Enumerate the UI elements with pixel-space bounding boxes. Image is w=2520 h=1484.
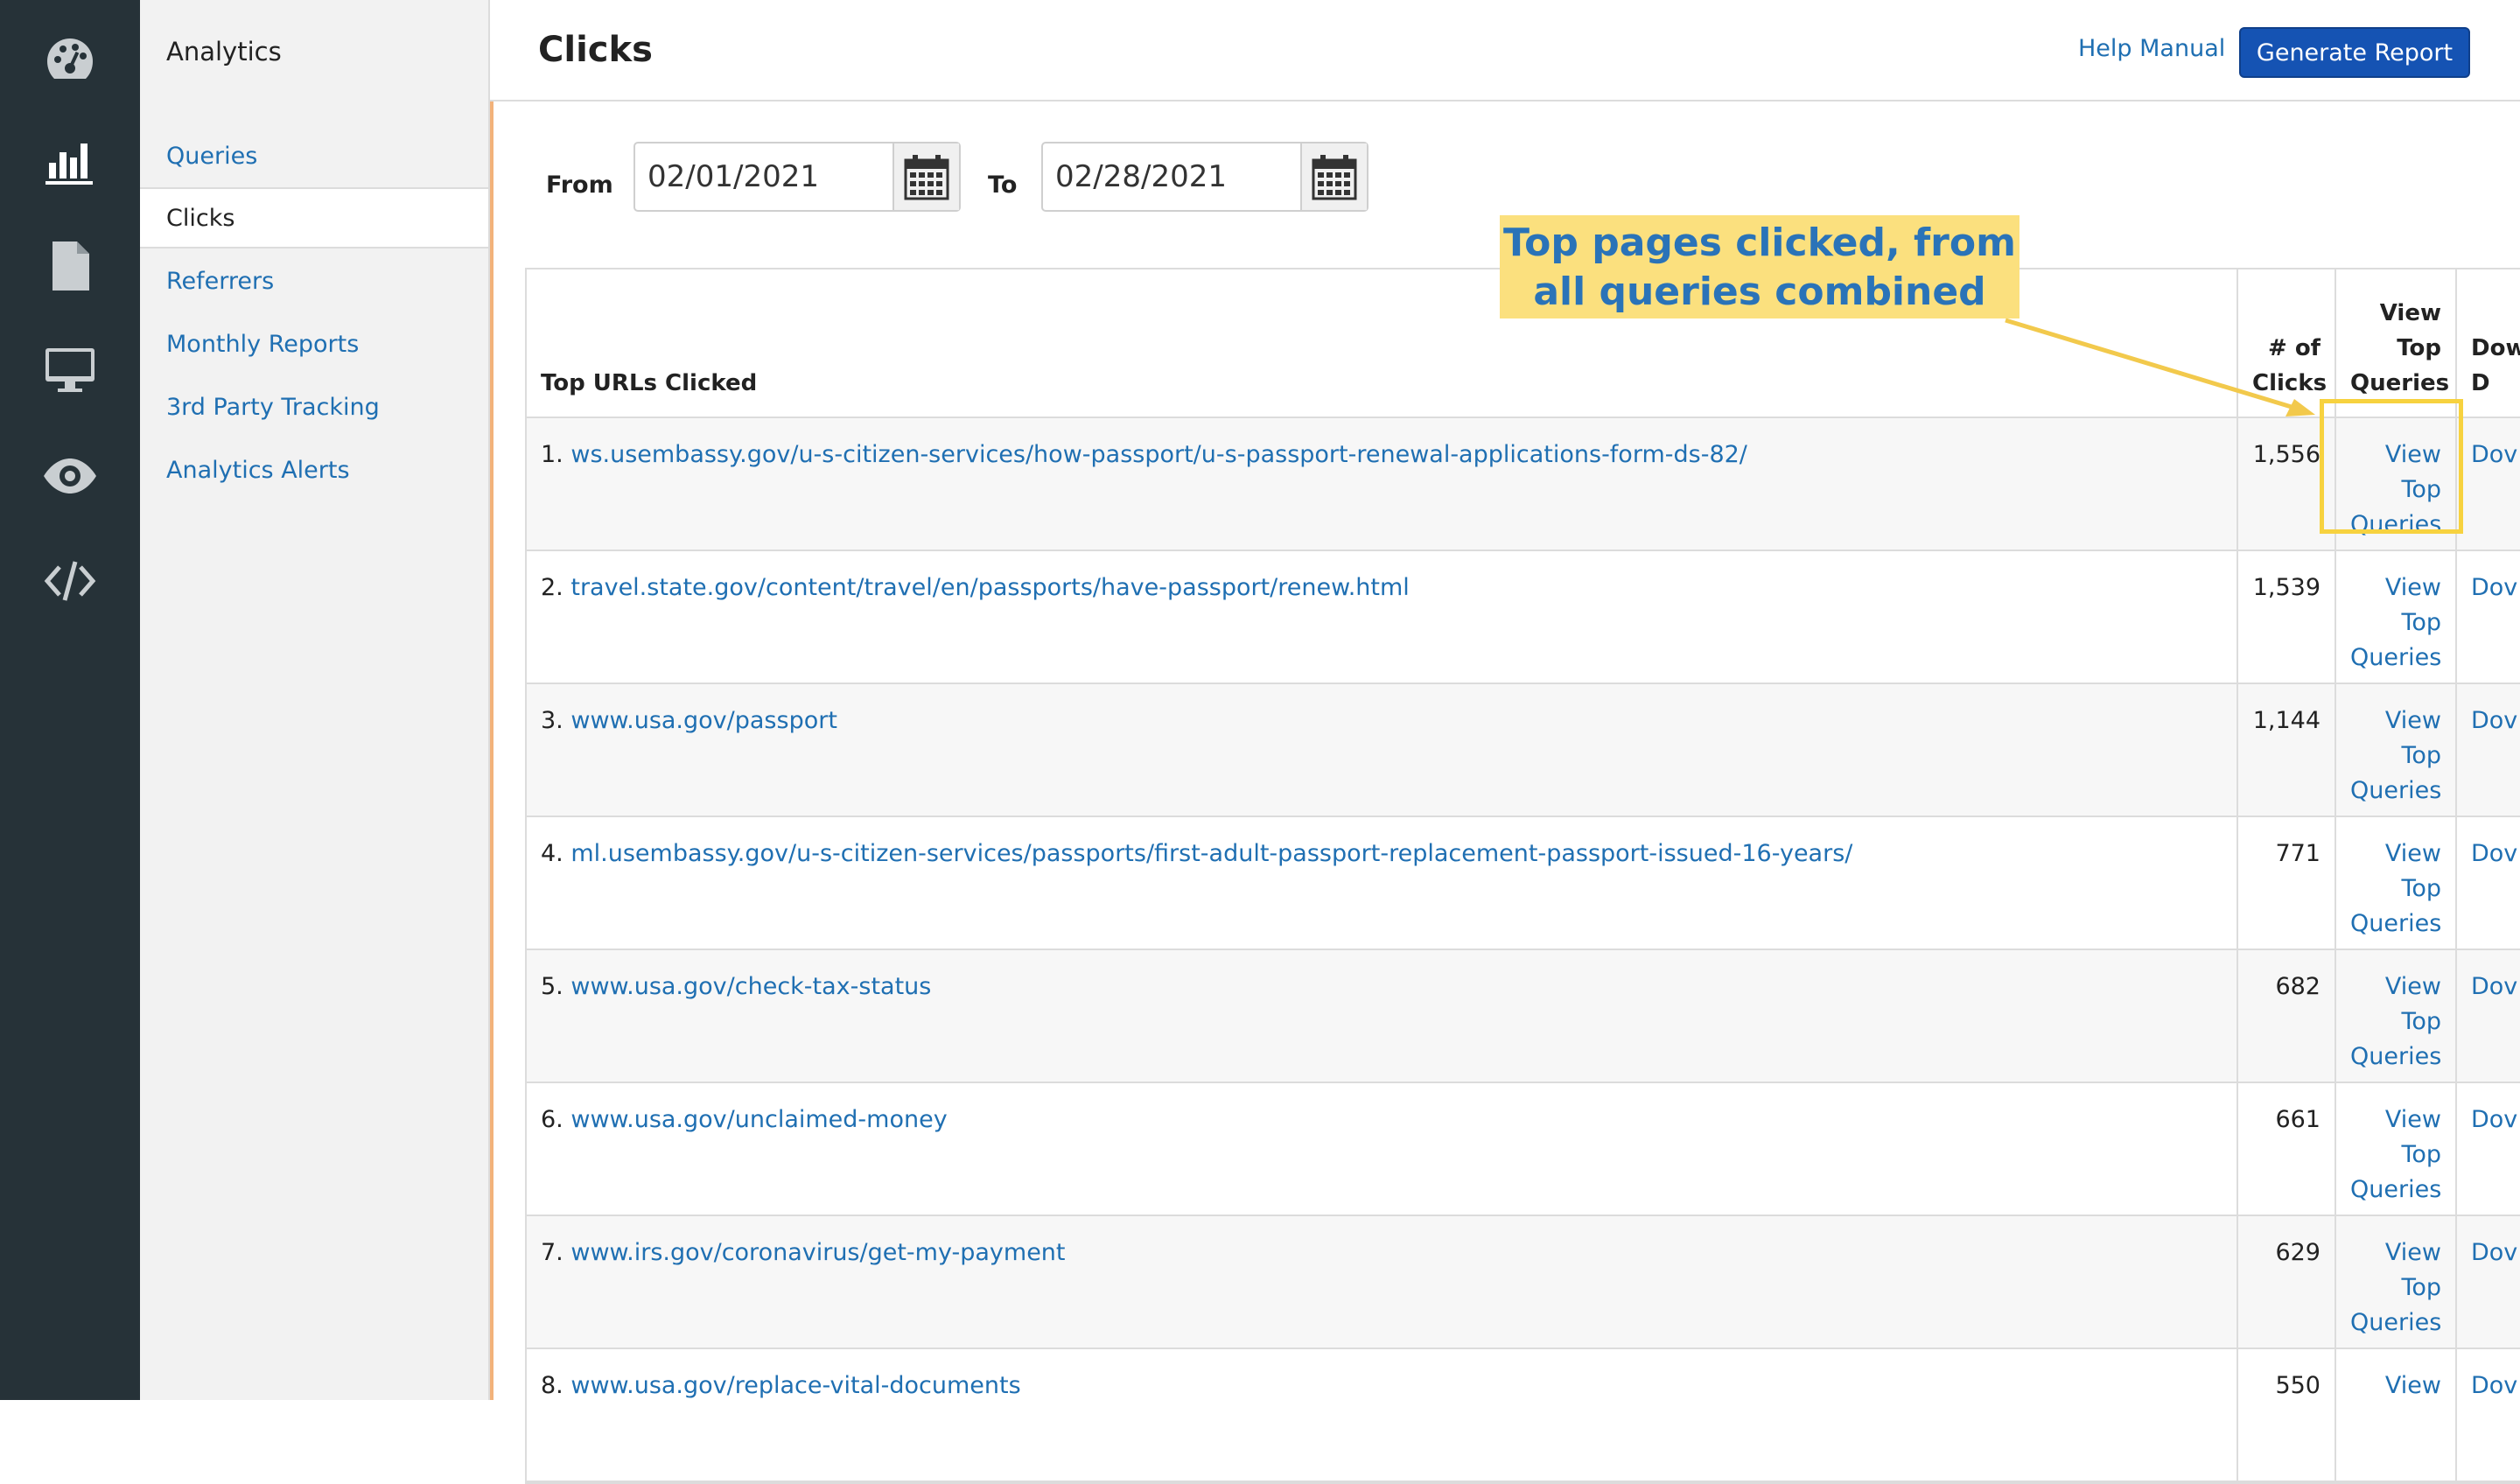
table-row: 5. www.usa.gov/check-tax-status 682 View… [527, 949, 2520, 1083]
callout-line-1: Top pages clicked, from [1503, 220, 2016, 265]
subnav-item-clicks[interactable]: Clicks [140, 187, 488, 248]
click-count: 629 [2237, 1215, 2336, 1349]
table-row: 6. www.usa.gov/unclaimed-money 661 View … [527, 1082, 2520, 1216]
download-link[interactable]: Dov [2471, 1106, 2517, 1133]
monitor-icon[interactable] [38, 338, 102, 401]
subnav-item-monthly-reports[interactable]: Monthly Reports [140, 313, 488, 374]
click-count: 1,144 [2237, 683, 2336, 817]
from-date-picker [634, 142, 961, 212]
subnav-title: Analytics [166, 37, 282, 66]
view-top-queries-link[interactable]: View Top Queries [2350, 840, 2441, 937]
view-top-queries-link[interactable]: View Top Queries [2350, 574, 2441, 671]
view-top-queries-link[interactable]: View Top Queries [2350, 1239, 2441, 1336]
download-link[interactable]: Dov [2471, 1239, 2517, 1266]
icon-rail [0, 0, 140, 1400]
click-count: 1,539 [2237, 550, 2336, 684]
subnav-item-analytics-alerts[interactable]: Analytics Alerts [140, 439, 488, 500]
bar-chart-icon[interactable] [38, 130, 102, 192]
url-link[interactable]: ml.usembassy.gov/u-s-citizen-services/pa… [570, 840, 1852, 867]
eye-icon[interactable] [38, 444, 102, 508]
download-link[interactable]: Dov [2471, 574, 2517, 601]
document-icon[interactable] [38, 234, 102, 298]
table-row: 4. ml.usembassy.gov/u-s-citizen-services… [527, 816, 2520, 950]
click-count: 682 [2237, 949, 2336, 1083]
click-count: 550 [2237, 1348, 2336, 1482]
table-row: 8. www.usa.gov/replace-vital-documents 5… [527, 1348, 2520, 1482]
click-count: 771 [2237, 816, 2336, 950]
click-count: 661 [2237, 1082, 2336, 1216]
row-rank: 3. [541, 707, 564, 734]
subnav-item-3rd-party-tracking[interactable]: 3rd Party Tracking [140, 376, 488, 438]
generate-report-button[interactable]: Generate Report [2239, 27, 2470, 78]
url-link[interactable]: travel.state.gov/content/travel/en/passp… [570, 574, 1409, 601]
url-link[interactable]: www.irs.gov/coronavirus/get-my-payment [570, 1239, 1065, 1266]
code-icon[interactable] [38, 550, 102, 612]
download-link[interactable]: Dov [2471, 707, 2517, 734]
help-manual-link[interactable]: Help Manual [2078, 35, 2225, 62]
row-rank: 5. [541, 973, 564, 1000]
annotation-callout: Top pages clicked, from all queries comb… [1500, 215, 2020, 318]
callout-line-2: all queries combined [1533, 270, 1986, 314]
row-rank: 7. [541, 1239, 564, 1266]
top-urls-table: Top URLs Clicked # of Clicks View Top Qu… [525, 268, 2520, 1484]
view-top-queries-link[interactable]: View Top Queries [2350, 1106, 2441, 1203]
download-link[interactable]: Dov [2471, 973, 2517, 1000]
row-rank: 6. [541, 1106, 564, 1133]
calendar-icon[interactable] [892, 144, 959, 210]
dashboard-icon[interactable] [38, 28, 102, 91]
view-top-queries-link[interactable]: View Top Queries [2350, 973, 2441, 1070]
table-row: 2. travel.state.gov/content/travel/en/pa… [527, 550, 2520, 684]
page-header: Clicks Help Manual Generate Report [490, 0, 2520, 102]
url-link[interactable]: ws.usembassy.gov/u-s-citizen-services/ho… [570, 441, 1747, 468]
page-title: Clicks [538, 30, 653, 70]
column-header-clicks: # of Clicks [2237, 270, 2336, 418]
table-row: 7. www.irs.gov/coronavirus/get-my-paymen… [527, 1215, 2520, 1349]
annotation-highlight-box [2320, 399, 2463, 534]
download-link[interactable]: Dov [2471, 840, 2517, 867]
from-date-input[interactable] [635, 144, 892, 210]
from-label: From [546, 172, 613, 199]
row-rank: 2. [541, 574, 564, 601]
url-link[interactable]: www.usa.gov/replace-vital-documents [570, 1372, 1020, 1399]
row-rank: 1. [541, 441, 564, 468]
table-row: 1. ws.usembassy.gov/u-s-citizen-services… [527, 417, 2520, 551]
download-link[interactable]: Dov [2471, 441, 2517, 468]
table-row: 3. www.usa.gov/passport 1,144 View Top Q… [527, 683, 2520, 817]
url-link[interactable]: www.usa.gov/unclaimed-money [570, 1106, 947, 1133]
calendar-icon[interactable] [1300, 144, 1367, 210]
row-rank: 8. [541, 1372, 564, 1399]
column-header-download: Dow D [2456, 270, 2520, 418]
to-label: To [988, 172, 1018, 199]
subnav-item-queries[interactable]: Queries [140, 125, 488, 186]
column-header-view-top-queries: View Top Queries [2335, 270, 2457, 418]
to-date-input[interactable] [1043, 144, 1300, 210]
view-top-queries-link[interactable]: View [2385, 1372, 2441, 1399]
subnav-item-referrers[interactable]: Referrers [140, 250, 488, 312]
url-link[interactable]: www.usa.gov/check-tax-status [570, 973, 931, 1000]
analytics-subnav: Analytics Queries Clicks Referrers Month… [140, 0, 490, 1400]
view-top-queries-link[interactable]: View Top Queries [2350, 707, 2441, 804]
download-link[interactable]: Dov [2471, 1372, 2517, 1399]
url-link[interactable]: www.usa.gov/passport [570, 707, 837, 734]
to-date-picker [1041, 142, 1368, 212]
row-rank: 4. [541, 840, 564, 867]
